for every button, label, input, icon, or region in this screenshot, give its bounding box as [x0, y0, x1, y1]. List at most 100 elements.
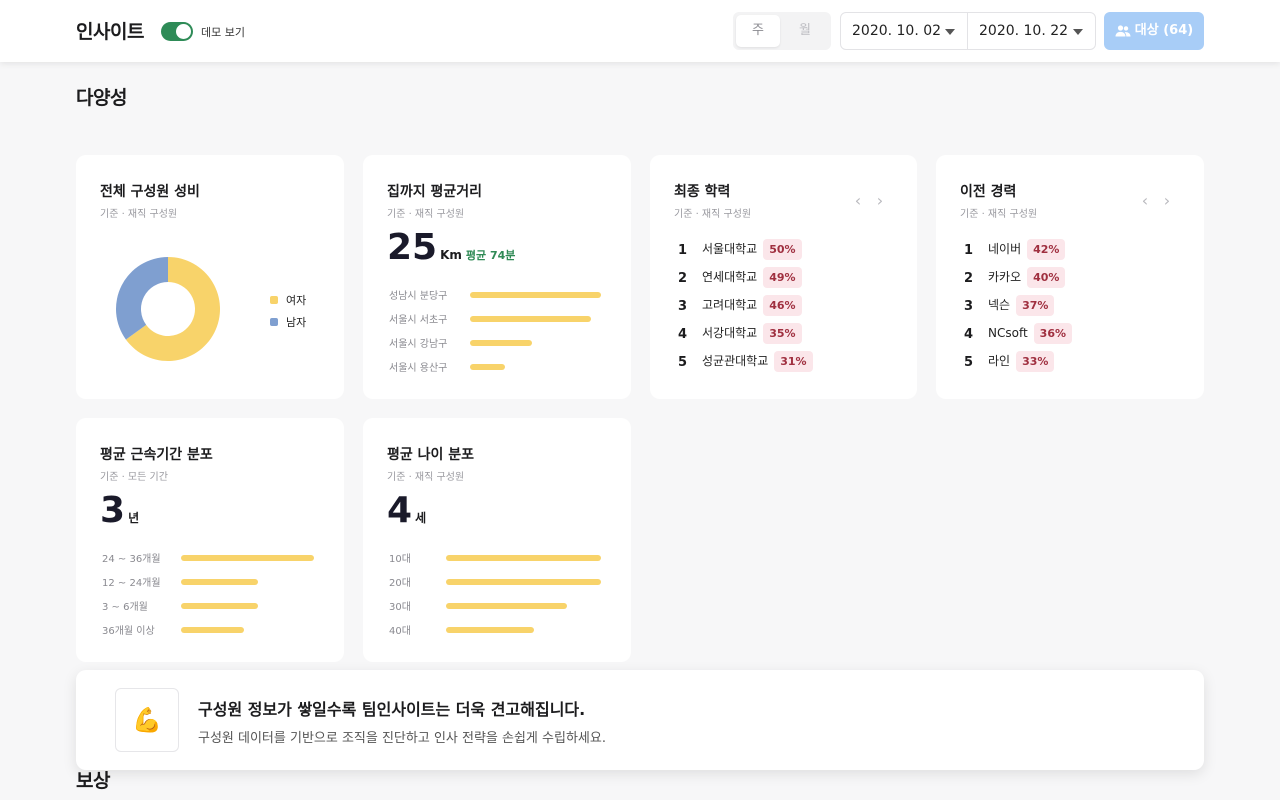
card-subtitle: 기준 · 모든 기간 — [100, 472, 168, 483]
page-title: 인사이트 — [76, 21, 144, 43]
flexed-biceps-icon: 💪 — [115, 688, 179, 752]
list-item: 1 네이버 42% — [964, 239, 1066, 261]
percent-badge: 37% — [1016, 295, 1055, 316]
legend-swatch-female — [270, 296, 278, 304]
bar-label: 36개월 이상 — [102, 626, 155, 637]
list-item: 3 넥슨 37% — [964, 295, 1055, 317]
item-name: 라인 — [988, 354, 1011, 368]
bar — [446, 603, 567, 609]
section-title-diversity: 다양성 — [76, 87, 127, 109]
avg-time: 평균 74분 — [465, 249, 516, 262]
bar-row: 20대 — [387, 574, 607, 589]
date-from-select[interactable]: 2020. 10. 02 — [840, 12, 968, 50]
bar — [470, 364, 505, 370]
age-card: 평균 나이 분포 기준 · 재직 구성원 4세 10대 20대 30대 40대 — [363, 418, 631, 662]
tenure-summary: 3년 — [100, 490, 139, 531]
bar — [446, 579, 601, 585]
card-subtitle: 기준 · 재직 구성원 — [674, 209, 752, 220]
rank-number: 2 — [964, 271, 974, 286]
rank-number: 3 — [964, 299, 974, 314]
bar-row: 40대 — [387, 622, 607, 637]
bar — [446, 555, 601, 561]
bar-row: 10대 — [387, 550, 607, 565]
rank-number: 1 — [678, 243, 688, 258]
item-name: 성균관대학교 — [702, 354, 769, 368]
period-switch: 주 월 — [733, 12, 831, 50]
info-banner: 💪 구성원 정보가 쌓일수록 팀인사이트는 더욱 견고해집니다. 구성원 데이터… — [76, 670, 1204, 770]
rank-number: 4 — [964, 327, 974, 342]
bar-row: 서울시 강남구 — [387, 335, 607, 350]
rank-number: 4 — [678, 327, 688, 342]
card-subtitle: 기준 · 재직 구성원 — [960, 209, 1038, 220]
item-name: NCsoft — [988, 326, 1028, 340]
item-name: 네이버 — [988, 242, 1022, 256]
bar — [470, 316, 591, 322]
item-name: 서울대학교 — [702, 242, 758, 256]
bar-label: 24 ~ 36개월 — [102, 554, 161, 565]
rank-number: 2 — [678, 271, 688, 286]
period-week-tab[interactable]: 주 — [736, 15, 780, 47]
period-month-tab[interactable]: 월 — [783, 15, 827, 47]
rank-number: 3 — [678, 299, 688, 314]
card-subtitle: 기준 · 재직 구성원 — [387, 209, 465, 220]
chevron-right-icon[interactable]: › — [1156, 191, 1178, 210]
card-title: 집까지 평균거리 — [387, 184, 483, 200]
demo-toggle-label: 데모 보기 — [201, 26, 245, 39]
caret-down-icon — [945, 29, 955, 35]
bar-row: 서울시 용산구 — [387, 359, 607, 374]
demo-toggle[interactable] — [161, 22, 193, 41]
bar-label: 40대 — [389, 626, 411, 637]
top-bar: 인사이트 데모 보기 주 월 2020. 10. 02 2020. 10. 22… — [0, 0, 1280, 62]
card-title: 전체 구성원 성비 — [100, 184, 200, 200]
legend-label-female: 여자 — [286, 294, 307, 307]
bar — [181, 579, 258, 585]
chevron-right-icon[interactable]: › — [869, 191, 891, 210]
bar-label: 12 ~ 24개월 — [102, 578, 161, 589]
chevron-left-icon[interactable]: ‹ — [1134, 191, 1156, 210]
legend-label-male: 남자 — [286, 316, 307, 329]
list-item: 5 라인 33% — [964, 351, 1055, 373]
people-icon — [1115, 25, 1131, 37]
item-name: 서강대학교 — [702, 326, 758, 340]
list-item: 5 성균관대학교 31% — [678, 351, 813, 373]
bar — [181, 627, 244, 633]
item-name: 카카오 — [988, 270, 1022, 284]
bar-row: 서울시 서초구 — [387, 311, 607, 326]
banner-description: 구성원 데이터를 기반으로 조직을 진단하고 인사 전략을 손쉽게 수립하세요. — [198, 731, 606, 746]
list-item: 2 카카오 40% — [964, 267, 1066, 289]
percent-badge: 49% — [763, 267, 802, 288]
chevron-left-icon[interactable]: ‹ — [847, 191, 869, 210]
distance-summary: 25 Km 평균 74분 — [387, 227, 515, 268]
bar-label: 성남시 분당구 — [389, 291, 448, 302]
date-to-value: 2020. 10. 22 — [979, 23, 1069, 39]
bar-row: 24 ~ 36개월 — [100, 550, 320, 565]
item-name: 연세대학교 — [702, 270, 758, 284]
big-unit: 년 — [128, 511, 140, 525]
bar-label: 서울시 서초구 — [389, 315, 448, 326]
date-to-select[interactable]: 2020. 10. 22 — [967, 12, 1096, 50]
list-item: 1 서울대학교 50% — [678, 239, 802, 261]
percent-badge: 46% — [763, 295, 802, 316]
pie-slice-male — [116, 257, 168, 340]
card-subtitle: 기준 · 재직 구성원 — [387, 472, 465, 483]
bar-row: 12 ~ 24개월 — [100, 574, 320, 589]
caret-down-icon — [1073, 29, 1083, 35]
date-from-value: 2020. 10. 02 — [852, 23, 942, 39]
banner-title: 구성원 정보가 쌓일수록 팀인사이트는 더욱 견고해집니다. — [198, 700, 586, 719]
percent-badge: 40% — [1027, 267, 1066, 288]
gender-ratio-card: 전체 구성원 성비 기준 · 재직 구성원 여자 남자 — [76, 155, 344, 399]
career-card: 이전 경력 기준 · 재직 구성원 ‹ › 1 네이버 42% 2 카카오 40% 3 넥슨… — [936, 155, 1204, 399]
card-title: 이전 경력 — [960, 184, 1017, 200]
card-subtitle: 기준 · 재직 구성원 — [100, 209, 178, 220]
bar-row: 36개월 이상 — [100, 622, 320, 637]
bar-label: 서울시 용산구 — [389, 363, 448, 374]
legend-item-female: 여자 — [270, 292, 306, 308]
gender-donut-chart — [116, 257, 220, 361]
percent-badge: 33% — [1016, 351, 1055, 372]
item-name: 고려대학교 — [702, 298, 758, 312]
bar-row: 성남시 분당구 — [387, 287, 607, 302]
bar-label: 서울시 강남구 — [389, 339, 448, 350]
target-button-label: 대상 (64) — [1134, 23, 1194, 38]
target-button[interactable]: 대상 (64) — [1104, 12, 1204, 50]
bar — [470, 340, 532, 346]
